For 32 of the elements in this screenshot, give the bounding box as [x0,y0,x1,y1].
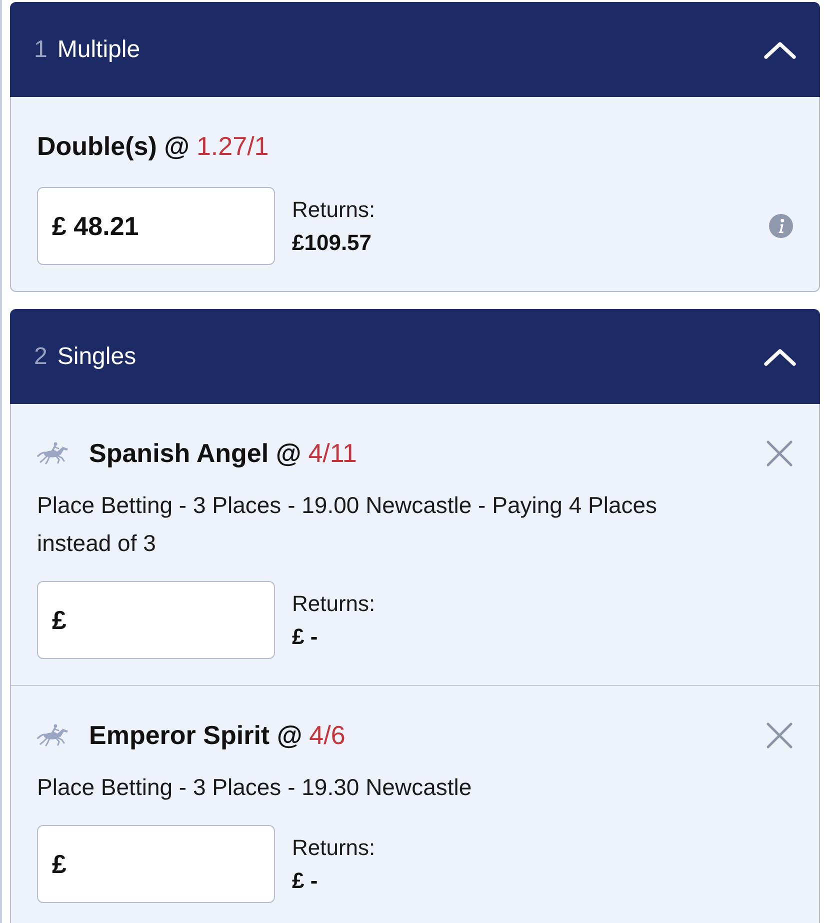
section-header[interactable]: 2 Singles [10,309,820,404]
selection-name: Double(s) @ [37,130,190,162]
stake-field[interactable]: £ [37,581,275,659]
section-header[interactable]: 1 Multiple [10,2,820,97]
section-title: Singles [57,342,136,372]
odds-price: 4/6 [309,719,346,751]
section-title: Multiple [57,34,140,64]
remove-button[interactable] [766,722,793,748]
section-count: 1 [34,34,48,64]
market-description: Place Betting - 3 Places - 19.00 Newcastle - Paying 4 Places instead of 3 [37,491,658,558]
stake-field[interactable]: £ 48.21 [37,187,275,265]
section-count: 2 [34,342,48,372]
returns-value: £ - [292,623,318,651]
horse-racing-icon [37,441,69,465]
info-icon[interactable] [769,214,793,238]
market-description: Place Betting - 3 Places - 19.30 Newcastle [37,773,473,802]
returns-label: Returns: [292,834,376,862]
returns-value: £ - [292,867,318,895]
stake-field[interactable]: £ [37,825,275,903]
chevron-up-icon [764,348,796,366]
close-icon [766,440,793,466]
odds-price: 1.27/1 [196,130,269,162]
selection-name: Emperor Spirit @ [89,719,302,751]
odds-price: 4/11 [308,437,357,469]
returns-value: £109.57 [292,229,372,257]
returns-label: Returns: [292,590,376,618]
remove-button[interactable] [766,440,793,466]
chevron-up-icon [764,40,796,58]
selection-name: Spanish Angel @ [89,437,302,469]
horse-racing-icon [37,723,69,747]
close-icon [766,722,793,748]
returns-label: Returns: [292,196,376,224]
